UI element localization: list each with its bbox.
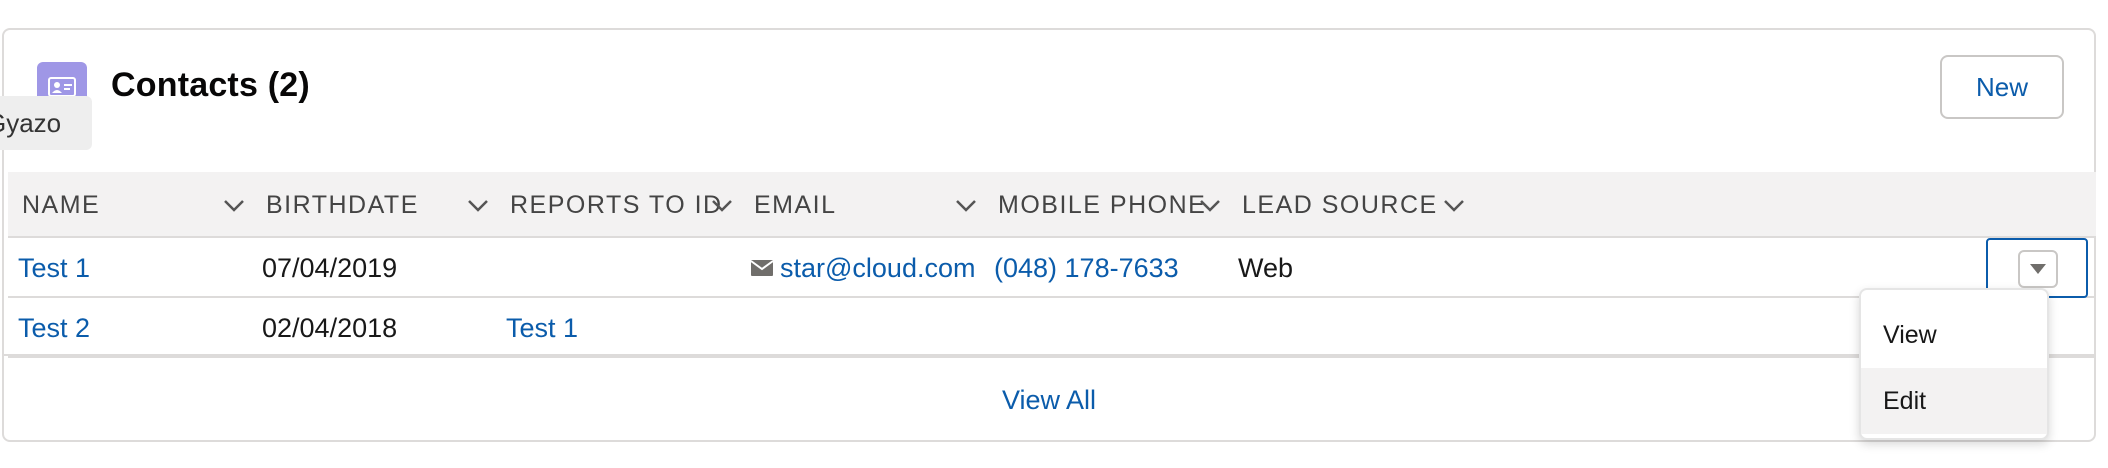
caret-down-icon (2030, 264, 2046, 274)
column-header-name[interactable]: NAME (22, 172, 100, 238)
table-header: NAME BIRTHDATE REPORTS TO ID EMAIL MOBIL… (8, 172, 2096, 238)
column-header-lead-source[interactable]: LEAD SOURCE (1242, 172, 1438, 238)
gyazo-tooltip-text: Gyazo (0, 108, 62, 138)
row-actions-button[interactable] (2018, 250, 2058, 288)
mobile-phone-link[interactable]: (048) 178-7633 (994, 238, 1179, 298)
column-header-birthdate[interactable]: BIRTHDATE (266, 172, 419, 238)
menu-item-edit[interactable]: Edit (1861, 368, 2047, 434)
email-link[interactable]: star@cloud.com (780, 238, 975, 298)
contact-name-link[interactable]: Test 2 (18, 298, 90, 358)
card-header: Contacts (2) New (4, 30, 2094, 145)
column-header-reports-to-id[interactable]: REPORTS TO ID (510, 172, 723, 238)
lead-source-cell: Web (1238, 253, 1294, 283)
birthdate-cell: 02/04/2018 (262, 313, 398, 343)
chevron-down-icon[interactable] (466, 194, 490, 218)
contact-name-link[interactable]: Test 1 (18, 238, 90, 298)
chevron-down-icon[interactable] (222, 194, 246, 218)
birthdate-cell: 07/04/2019 (262, 253, 398, 283)
view-all-link[interactable]: View All (4, 356, 2094, 444)
table-row: Test 1 07/04/2019 star@cloud.com (048) 1… (8, 238, 2096, 298)
chevron-down-icon[interactable] (954, 194, 978, 218)
chevron-down-icon[interactable] (1198, 194, 1222, 218)
menu-item-view[interactable]: View (1861, 302, 2047, 368)
chevron-down-icon[interactable] (710, 194, 734, 218)
reports-to-link[interactable]: Test 1 (506, 298, 578, 358)
chevron-down-icon[interactable] (1442, 194, 1466, 218)
table-row: Test 2 02/04/2018 Test 1 (8, 298, 2096, 358)
card-footer: View All (4, 354, 2094, 442)
column-header-email[interactable]: EMAIL (754, 172, 837, 238)
gyazo-tooltip: Gyazo (0, 96, 92, 150)
card-title[interactable]: Contacts (2) (111, 66, 310, 105)
contacts-related-list-card: Contacts (2) New NAME BIRTHDATE REPORTS … (2, 28, 2096, 442)
email-icon (750, 260, 774, 276)
new-button[interactable]: New (1940, 55, 2064, 119)
column-header-mobile-phone[interactable]: MOBILE PHONE (998, 172, 1206, 238)
row-actions-menu: View Edit (1859, 288, 2049, 440)
